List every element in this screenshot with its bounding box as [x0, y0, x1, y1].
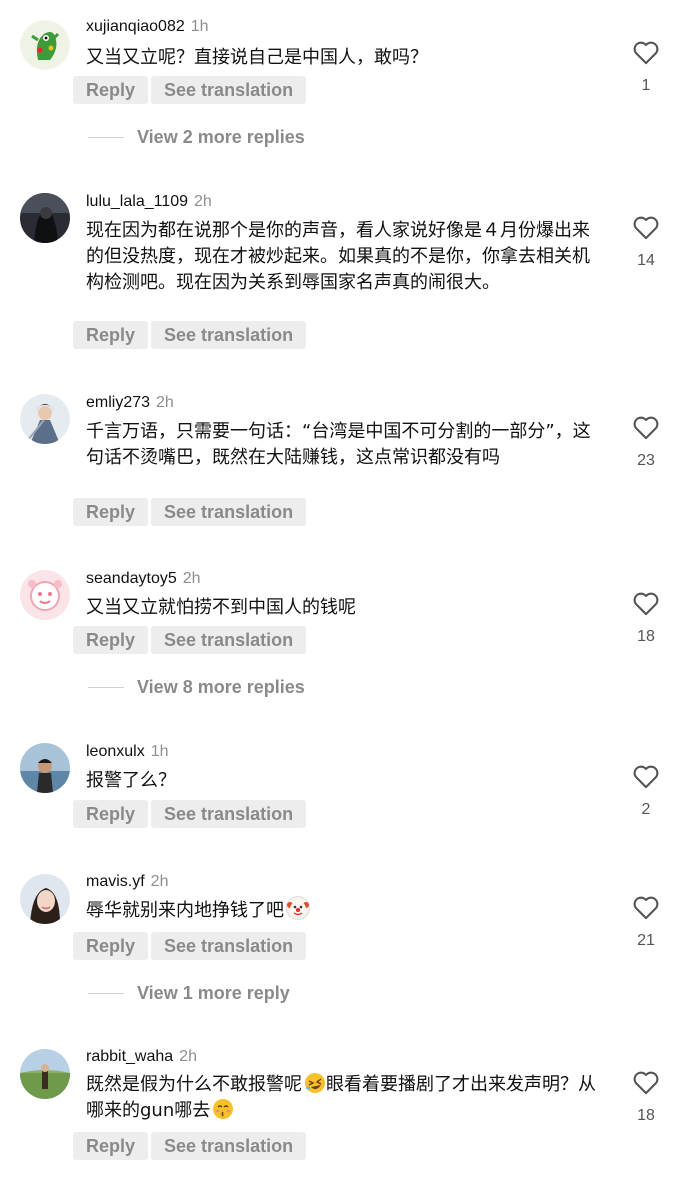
see-translation-button[interactable]: See translation	[151, 800, 307, 828]
avatar[interactable]	[20, 193, 70, 243]
view-more-replies[interactable]: View 1 more reply	[88, 983, 290, 1003]
like-control: 18	[628, 1069, 664, 1125]
like-control: 21	[628, 894, 664, 950]
see-translation-button[interactable]: See translation	[151, 498, 307, 526]
username[interactable]: seandaytoy5	[86, 570, 177, 587]
comment-text: 又当又立呢？直接说自己是中国人，敢吗？	[86, 47, 428, 68]
comment-actions: Reply See translation	[73, 1132, 307, 1160]
see-translation-button[interactable]: See translation	[151, 1132, 307, 1160]
username[interactable]: lulu_lala_1109	[86, 193, 188, 210]
comment-meta: seandaytoy5 2h	[86, 569, 201, 588]
heart-outline-icon[interactable]	[632, 590, 660, 616]
see-translation-button[interactable]: See translation	[151, 932, 307, 960]
heart-outline-icon[interactable]	[632, 763, 660, 789]
see-translation-button[interactable]: See translation	[151, 626, 307, 654]
timestamp: 1h	[190, 18, 209, 35]
comment-actions: Reply See translation	[73, 76, 307, 104]
like-control: 18	[628, 590, 664, 646]
like-control: 2	[628, 763, 664, 819]
like-control: 23	[628, 414, 664, 470]
avatar[interactable]	[20, 1049, 70, 1099]
like-count: 18	[637, 1107, 655, 1124]
see-translation-button[interactable]: See translation	[151, 76, 307, 104]
comment-meta: lulu_lala_1109 2h	[86, 192, 212, 211]
reply-button[interactable]: Reply	[73, 1132, 149, 1160]
comment-text: 现在因为都在说那个是你的声音，看人家说好像是４月份爆出来的但没热度，现在才被炒起…	[86, 220, 590, 293]
rolling-laughing-face-icon	[304, 1072, 326, 1094]
username[interactable]: mavis.yf	[86, 873, 145, 890]
timestamp: 2h	[182, 570, 201, 587]
comment-text-row: 既然是假为什么不敢报警呢 眼看着要播剧了才出来发声明？从哪来的gun哪去	[86, 1072, 606, 1124]
reply-button[interactable]: Reply	[73, 498, 149, 526]
avatar[interactable]	[20, 743, 70, 793]
comment-meta: mavis.yf 2h	[86, 872, 168, 891]
divider	[88, 136, 124, 138]
comment-meta: xujianqiao082 1h	[86, 17, 209, 36]
like-count: 2	[641, 801, 651, 818]
comment-actions: Reply See translation	[73, 498, 307, 526]
comment-actions: Reply See translation	[73, 932, 307, 960]
heart-outline-icon[interactable]	[632, 214, 660, 240]
heart-outline-icon[interactable]	[632, 894, 660, 920]
like-count: 21	[637, 932, 655, 949]
view-more-replies[interactable]: View 8 more replies	[88, 677, 305, 697]
avatar[interactable]	[20, 874, 70, 924]
like-count: 14	[637, 252, 655, 269]
heart-outline-icon[interactable]	[632, 39, 660, 65]
comment-meta: leonxulx 1h	[86, 742, 169, 761]
like-control: 14	[628, 214, 664, 270]
comment-text: 又当又立就怕捞不到中国人的钱呢	[86, 597, 356, 618]
comment-text: 既然是假为什么不敢报警呢	[86, 1074, 302, 1095]
timestamp: 2h	[150, 873, 169, 890]
view-more-replies[interactable]: View 2 more replies	[88, 127, 305, 147]
view-more-label[interactable]: View 8 more replies	[137, 677, 305, 698]
like-count: 23	[637, 452, 655, 469]
username[interactable]: rabbit_waha	[86, 1048, 173, 1065]
comment-meta: rabbit_waha 2h	[86, 1047, 197, 1066]
comment-meta: emliy273 2h	[86, 393, 174, 412]
timestamp: 1h	[150, 743, 169, 760]
reply-button[interactable]: Reply	[73, 932, 149, 960]
divider	[88, 992, 124, 994]
reply-button[interactable]: Reply	[73, 800, 149, 828]
avatar[interactable]	[20, 570, 70, 620]
username[interactable]: xujianqiao082	[86, 18, 185, 35]
avatar[interactable]	[20, 20, 70, 70]
timestamp: 2h	[156, 394, 174, 411]
reply-button[interactable]: Reply	[73, 76, 149, 104]
comment-actions: Reply See translation	[73, 626, 307, 654]
like-count: 18	[637, 628, 655, 645]
avatar[interactable]	[20, 394, 70, 444]
reply-button[interactable]: Reply	[73, 321, 149, 349]
like-control: 1	[628, 39, 664, 95]
view-more-label[interactable]: View 1 more reply	[137, 983, 290, 1004]
reply-button[interactable]: Reply	[73, 626, 149, 654]
username[interactable]: leonxulx	[86, 743, 145, 760]
timestamp: 2h	[179, 1048, 197, 1065]
comment-actions: Reply See translation	[73, 321, 307, 349]
clown-face-icon	[286, 896, 310, 920]
heart-outline-icon[interactable]	[632, 1069, 660, 1095]
comment-text: 报警了么？	[86, 770, 176, 791]
divider	[88, 686, 124, 688]
username[interactable]: emliy273	[86, 394, 150, 411]
comment-text-row: 辱华就别来内地挣钱了吧	[86, 896, 606, 924]
comment-text: 千言万语，只需要一句话：“台湾是中国不可分割的一部分”，这句话不烫嘴巴，既然在大…	[86, 421, 591, 468]
timestamp: 2h	[194, 193, 212, 210]
kissing-face-icon	[212, 1098, 234, 1120]
like-count: 1	[641, 77, 651, 94]
view-more-label[interactable]: View 2 more replies	[137, 127, 305, 148]
see-translation-button[interactable]: See translation	[151, 321, 307, 349]
comment-actions: Reply See translation	[73, 800, 307, 828]
heart-outline-icon[interactable]	[632, 414, 660, 440]
comment-text: 辱华就别来内地挣钱了吧	[86, 900, 284, 921]
